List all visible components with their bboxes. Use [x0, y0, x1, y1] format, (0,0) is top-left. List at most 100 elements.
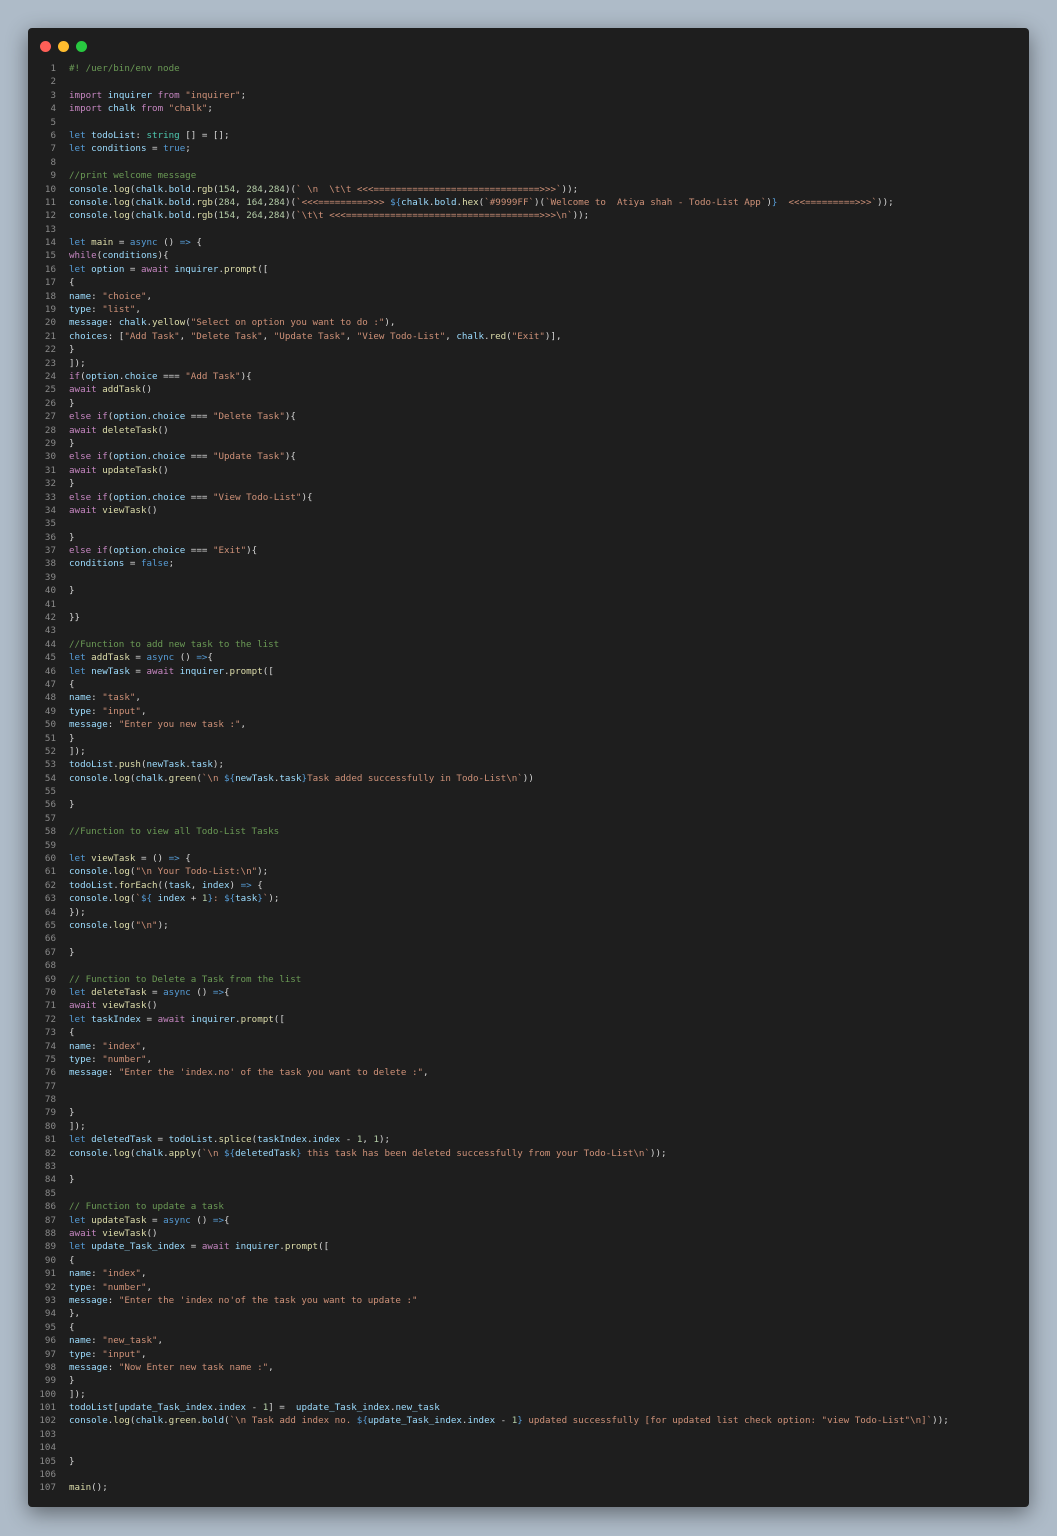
code-line: 23]);	[28, 357, 1029, 370]
line-number: 13	[44, 223, 56, 235]
code-token: ,	[240, 719, 247, 731]
code-token: let	[69, 1013, 86, 1025]
code-line: 42}}	[28, 611, 1029, 624]
code-line: 59	[28, 839, 1029, 852]
line-number: 2	[50, 76, 56, 88]
code-token: ,	[235, 196, 247, 208]
code-token: name	[69, 692, 92, 704]
line-number: 46	[44, 665, 56, 677]
code-token: name	[69, 1268, 92, 1280]
line-number: 48	[44, 692, 56, 704]
code-token: ()	[146, 1000, 158, 1012]
line-number: 8	[50, 156, 56, 168]
code-token: :	[91, 1348, 103, 1360]
code-token: "Exit"	[511, 330, 545, 342]
code-token: chalk	[135, 210, 164, 222]
code-line: 46 let newTask = await inquirer.prompt([	[28, 665, 1029, 678]
code-line: 28 await deleteTask()	[28, 424, 1029, 437]
line-number: 98	[44, 1361, 56, 1373]
line-number: 77	[44, 1080, 56, 1092]
line-number: 80	[44, 1120, 56, 1132]
code-line: 90 {	[28, 1254, 1029, 1267]
code-token: else	[69, 411, 92, 423]
code-token: )(	[284, 210, 297, 222]
code-token: task	[279, 772, 302, 784]
code-line: 45 let addTask = async () =>{	[28, 651, 1029, 664]
code-token: viewTask	[102, 1000, 147, 1012]
code-token: if	[69, 370, 81, 382]
code-token: newTask	[235, 772, 274, 784]
code-token: todoList	[69, 879, 114, 891]
code-line: 35	[28, 517, 1029, 530]
code-token: 284	[268, 196, 285, 208]
code-line: 75 type: "number",	[28, 1053, 1029, 1066]
code-token: =>	[240, 879, 252, 891]
line-number: 16	[44, 263, 56, 275]
code-token: await	[69, 384, 97, 396]
code-token: ()	[190, 986, 213, 998]
code-line: 107 main();	[28, 1481, 1029, 1494]
code-line: 71 await viewTask()	[28, 999, 1029, 1012]
code-line: 6 let todoList: string [] = [];	[28, 129, 1029, 142]
code-token: console	[69, 210, 108, 222]
code-token: )(	[284, 183, 297, 195]
code-token: "View Todo-List"	[356, 330, 446, 342]
code-token: :	[91, 705, 103, 717]
line-number: 64	[44, 906, 56, 918]
line-number: 18	[44, 290, 56, 302]
code-token: "new_task"	[102, 1335, 158, 1347]
code-token: ]);	[69, 1388, 86, 1400]
code-token: log	[113, 183, 130, 195]
code-line: 39	[28, 571, 1029, 584]
close-window-button[interactable]	[40, 41, 51, 52]
code-token: "Add Task"	[185, 370, 241, 382]
code-token: {	[179, 853, 191, 865]
code-token: :	[91, 1268, 103, 1280]
code-token: let	[69, 1214, 86, 1226]
line-number: 91	[44, 1268, 56, 1280]
code-token: string	[146, 129, 180, 141]
code-token: );	[257, 866, 269, 878]
code-token: :	[135, 129, 147, 141]
code-line: 43	[28, 624, 1029, 637]
code-line: 91 name: "index",	[28, 1267, 1029, 1280]
code-token: }	[69, 585, 75, 597]
code-token: });	[69, 906, 86, 918]
code-token: #! /uer/bin/env node	[69, 63, 180, 74]
code-token: async	[129, 237, 158, 249]
code-line: 76 message: "Enter the 'index.no' of the …	[28, 1066, 1029, 1079]
line-number: 103	[39, 1428, 56, 1440]
minimize-window-button[interactable]	[58, 41, 69, 52]
code-line: 97 type: "input",	[28, 1348, 1029, 1361]
code-token: ()	[174, 652, 197, 664]
code-token: ,	[146, 290, 153, 302]
code-line: 64});	[28, 906, 1029, 919]
code-token: ]);	[69, 357, 86, 369]
code-token: "View Todo-List"	[212, 491, 302, 503]
code-token: `\n	[201, 772, 225, 784]
code-token: prompt	[240, 1013, 274, 1025]
code-token: =	[129, 652, 147, 664]
code-token: async	[163, 1214, 191, 1226]
code-token: name	[69, 1040, 92, 1052]
code-token: ${	[390, 196, 402, 208]
code-token: todoList	[168, 1134, 213, 1146]
maximize-window-button[interactable]	[76, 41, 87, 52]
code-token: 154	[218, 183, 236, 195]
code-token: `#9999FF`	[484, 196, 535, 208]
line-number: 66	[44, 933, 56, 945]
line-number: 44	[44, 638, 56, 650]
code-token: bold	[434, 196, 457, 208]
code-token: }	[69, 1455, 75, 1467]
line-number: 60	[44, 853, 56, 865]
code-token: ,	[135, 304, 141, 316]
line-number: 73	[44, 1027, 56, 1039]
code-token: : [	[107, 330, 125, 342]
code-editor[interactable]: 1 #! /uer/bin/env node 2 3 import inquirer f…	[28, 62, 1029, 1495]
line-number: 53	[44, 759, 56, 771]
code-token: ===	[157, 370, 186, 382]
line-number: 104	[39, 1442, 56, 1454]
code-token: `\t\t <<<===============================…	[296, 210, 573, 222]
code-token: name	[69, 1335, 92, 1347]
code-token: =>	[212, 1214, 224, 1226]
